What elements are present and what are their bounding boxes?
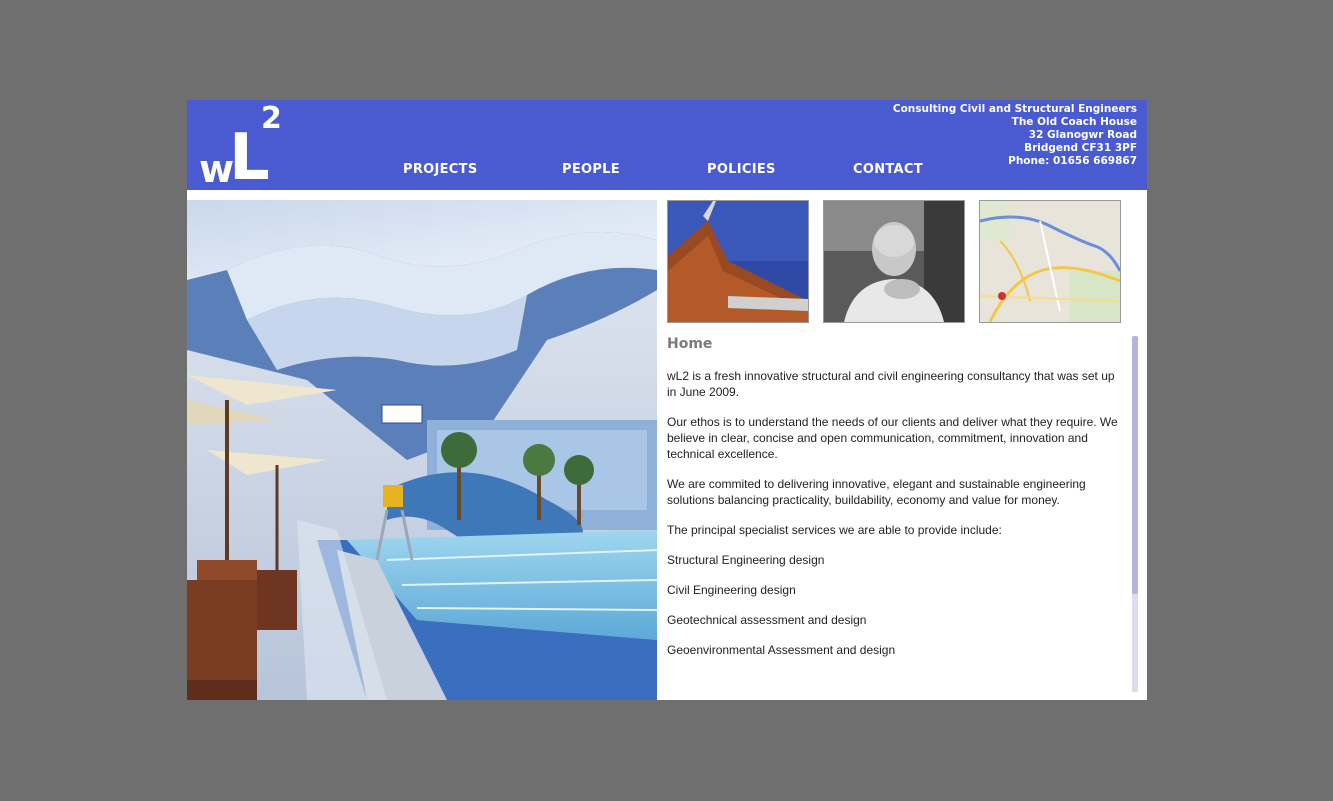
services-intro: The principal specialist services we are…	[667, 523, 1002, 537]
service-item: Civil Engineering design	[667, 583, 796, 597]
service-item: Geoenvironmental Assessment and design	[667, 643, 896, 657]
site-container: w L 2 PROJECTS PEOPLE POLICIES CONTACT C…	[187, 100, 1147, 700]
address-town: Bridgend CF31 3PF	[1024, 142, 1137, 154]
nav-people[interactable]: PEOPLE	[562, 162, 620, 177]
page-title: Home	[667, 336, 713, 352]
service-item: Structural Engineering design	[667, 553, 825, 567]
commitment-paragraph: We are commited to delivering innovative…	[667, 477, 1086, 507]
address-tagline: Consulting Civil and Structural Engineer…	[892, 103, 1137, 115]
scrollbar-thumb[interactable]	[1132, 336, 1138, 594]
contact-address: Consulting Civil and Structural Engineer…	[893, 103, 1137, 168]
hero-image	[187, 200, 657, 700]
nav-projects[interactable]: PROJECTS	[403, 162, 477, 177]
thumb-portrait[interactable]	[823, 200, 965, 323]
thumb-map[interactable]	[979, 200, 1121, 323]
pool-illustration	[187, 200, 657, 700]
site-logo[interactable]: w L 2	[199, 101, 283, 191]
address-street: 32 Glanogwr Road	[1028, 129, 1137, 141]
main-content: Home wL2 is a fresh innovative structura…	[667, 336, 1127, 696]
logo-w: w	[199, 147, 234, 191]
thumb-building[interactable]	[667, 200, 809, 323]
nav-policies[interactable]: POLICIES	[707, 162, 776, 177]
address-building: The Old Coach House	[1011, 116, 1137, 128]
intro-paragraph: wL2 is a fresh innovative structural and…	[667, 369, 1115, 399]
service-item: Geotechnical assessment and design	[667, 613, 867, 627]
logo-superscript: 2	[261, 101, 282, 136]
address-phone: Phone: 01656 669867	[1008, 155, 1137, 167]
content-scrollbar[interactable]	[1132, 336, 1138, 692]
ethos-paragraph: Our ethos is to understand the needs of …	[667, 415, 1118, 461]
header: w L 2 PROJECTS PEOPLE POLICIES CONTACT C…	[187, 100, 1147, 190]
